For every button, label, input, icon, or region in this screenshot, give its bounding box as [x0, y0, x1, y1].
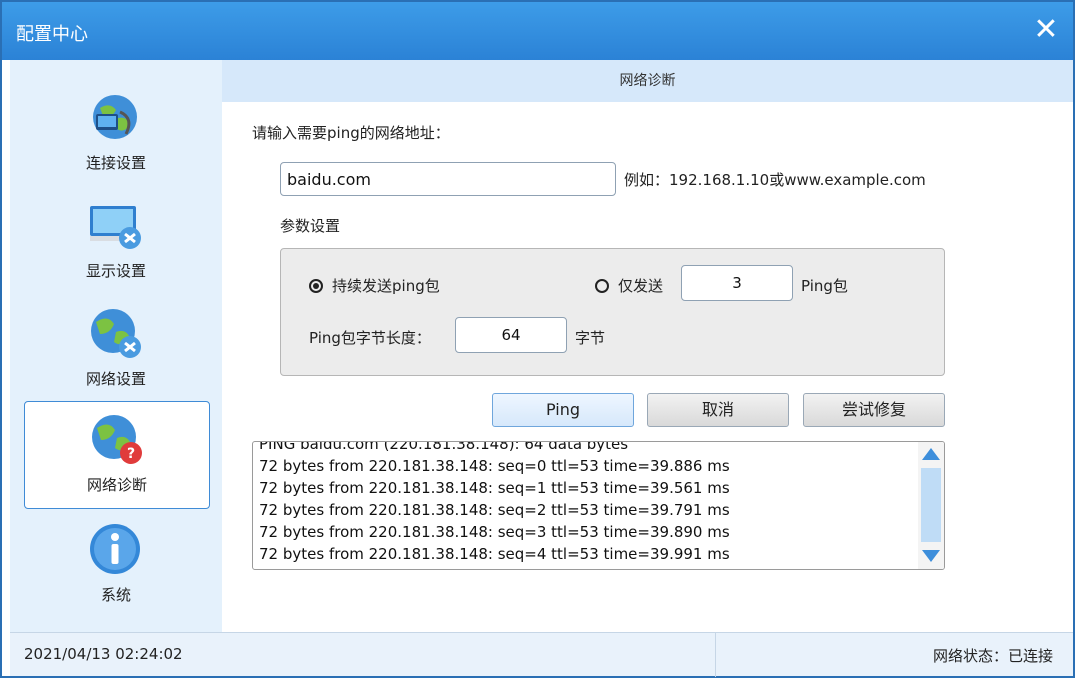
- params-panel: 持续发送ping包 仅发送 Ping包 Ping包字节长度： 字节: [280, 248, 945, 376]
- only-send-radio[interactable]: 仅发送: [595, 275, 663, 296]
- scroll-thumb[interactable]: [921, 468, 941, 542]
- monitor-settings-icon: [90, 206, 141, 249]
- ping-output-log[interactable]: PING baidu.com (220.181.38.148): 64 data…: [252, 441, 945, 570]
- log-line: 72 bytes from 220.181.38.148: seq=2 ttl=…: [259, 501, 730, 519]
- radio-unselected-icon: [595, 278, 609, 293]
- address-prompt: 请输入需要ping的网络地址：: [252, 124, 450, 142]
- info-icon: [90, 524, 140, 574]
- status-bar: 2021/04/13 02:24:02 网络状态：已连接: [10, 632, 1073, 677]
- window-title: 配置中心: [16, 24, 88, 45]
- sidebar-item-system[interactable]: 系统: [24, 512, 210, 620]
- sidebar-item-network-settings[interactable]: 网络设置: [24, 296, 210, 404]
- sidebar-item-label: 网络诊断: [86, 476, 147, 494]
- sidebar-item-label: 系统: [100, 586, 131, 604]
- log-line: 72 bytes from 220.181.38.148: seq=0 ttl=…: [259, 457, 730, 475]
- sidebar-item-label: 连接设置: [85, 154, 146, 172]
- log-lines: PING baidu.com (220.181.38.148): 64 data…: [259, 441, 919, 565]
- only-send-label: 仅发送: [618, 277, 664, 295]
- sidebar-item-label: 网络设置: [85, 370, 146, 388]
- sidebar-item-network-diagnosis[interactable]: ? 网络诊断: [24, 401, 210, 509]
- close-icon[interactable]: ✕: [1031, 12, 1061, 48]
- log-line: PING baidu.com (220.181.38.148): 64 data…: [259, 441, 629, 453]
- log-scrollbar[interactable]: [918, 442, 944, 569]
- cancel-button[interactable]: 取消: [647, 393, 789, 427]
- sidebar-item-display-settings[interactable]: 显示设置: [24, 188, 210, 296]
- packet-size-label: Ping包字节长度：: [309, 329, 431, 347]
- globe-settings-icon: [91, 309, 141, 358]
- log-line: 72 bytes from 220.181.38.148: seq=3 ttl=…: [259, 523, 730, 541]
- svg-text:?: ?: [127, 446, 135, 462]
- packet-size-unit: 字节: [575, 329, 606, 347]
- address-input[interactable]: [280, 162, 616, 196]
- scroll-down-icon[interactable]: [922, 550, 940, 562]
- scroll-up-icon[interactable]: [922, 448, 940, 460]
- packet-size-input[interactable]: [455, 317, 567, 353]
- ping-count-input[interactable]: [681, 265, 793, 301]
- radio-selected-icon: [309, 278, 323, 293]
- sidebar-item-connection-settings[interactable]: 连接设置: [24, 80, 210, 188]
- params-title: 参数设置: [280, 217, 341, 235]
- address-example: 例如：192.168.1.10或www.example.com: [624, 171, 926, 189]
- page-title: 网络诊断: [222, 60, 1073, 102]
- config-window: 配置中心 ✕ 连接设置 显示设置 网络设置 ? 网络诊断 系统 网络诊断 请输入…: [0, 0, 1075, 678]
- network-status: 网络状态：已连接: [932, 647, 1053, 665]
- status-datetime: 2021/04/13 02:24:02: [24, 645, 183, 663]
- continuous-label: 持续发送ping包: [332, 277, 440, 295]
- ping-button[interactable]: Ping: [492, 393, 634, 427]
- sidebar: 连接设置 显示设置 网络设置 ? 网络诊断 系统: [10, 60, 222, 632]
- globe-help-icon: ?: [92, 415, 142, 464]
- title-bar: 配置中心 ✕: [2, 2, 1073, 60]
- continuous-radio[interactable]: 持续发送ping包: [309, 275, 440, 296]
- log-line: 72 bytes from 220.181.38.148: seq=1 ttl=…: [259, 479, 730, 497]
- sidebar-item-label: 显示设置: [85, 262, 146, 280]
- connection-globe-icon: [93, 95, 137, 139]
- repair-button[interactable]: 尝试修复: [803, 393, 945, 427]
- ping-count-unit: Ping包: [801, 277, 848, 295]
- log-line: 72 bytes from 220.181.38.148: seq=4 ttl=…: [259, 545, 730, 563]
- status-divider: [715, 633, 716, 677]
